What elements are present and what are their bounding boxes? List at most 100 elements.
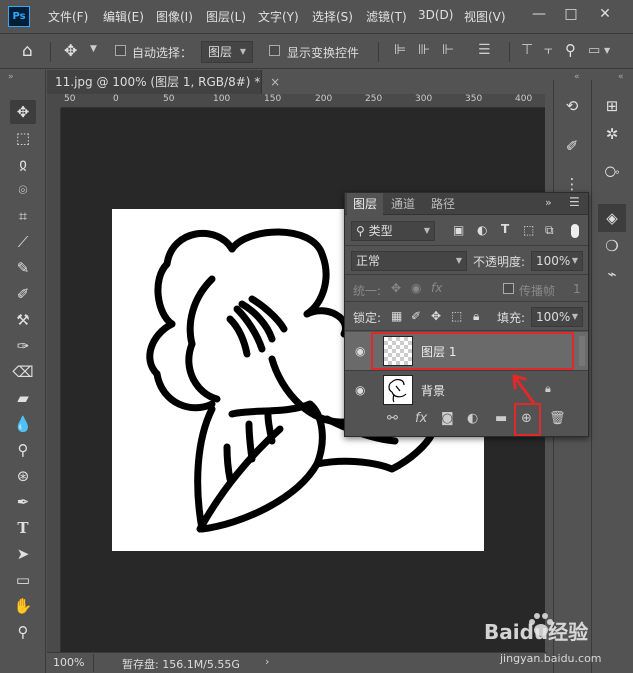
link-icon[interactable]: ⚯: [387, 411, 398, 426]
smart-object-filter-icon[interactable]: ⧉: [545, 223, 554, 238]
collapse-icon[interactable]: »: [8, 72, 14, 82]
healing-brush-icon[interactable]: ✎: [10, 256, 36, 280]
home-icon[interactable]: ⌂: [22, 41, 33, 61]
minimize-button[interactable]: —: [528, 3, 550, 25]
menu-edit[interactable]: 编辑(E): [103, 8, 144, 25]
propagate-checkbox[interactable]: [503, 283, 514, 297]
fx-icon[interactable]: fx: [415, 411, 427, 426]
sponge-tool-icon[interactable]: ⊛: [10, 464, 36, 488]
blur-tool-icon[interactable]: 💧: [10, 412, 36, 436]
align-left-icon[interactable]: ⊫: [394, 42, 406, 58]
filter-toggle-icon[interactable]: [571, 224, 579, 238]
tab-channels[interactable]: 通道: [385, 193, 421, 215]
document-tab[interactable]: 11.jpg @ 100% (图层 1, RGB/8#) * ×: [47, 70, 280, 94]
layer-row[interactable]: ◉ 背景 🔒︎: [345, 370, 588, 408]
unify-style-icon[interactable]: fx: [431, 281, 442, 295]
hand-tool-icon[interactable]: ✋: [10, 594, 36, 618]
distribute-icon[interactable]: ☰: [478, 42, 491, 58]
adjustment-filter-icon[interactable]: ◐: [477, 223, 487, 237]
trash-icon[interactable]: 🗑︎: [549, 411, 566, 426]
mask-icon[interactable]: ◙: [441, 411, 454, 426]
tab-paths[interactable]: 路径: [425, 193, 461, 215]
fill-field[interactable]: 100% ▼: [531, 307, 583, 327]
lock-position-icon[interactable]: ✥: [431, 309, 441, 323]
menu-select[interactable]: 选择(S): [312, 8, 353, 25]
dodge-tool-icon[interactable]: ⚲: [10, 438, 36, 462]
unify-position-icon[interactable]: ✥: [391, 281, 401, 295]
zoom-tool-icon[interactable]: ⚲: [10, 620, 36, 644]
layers-panel-icon[interactable]: ◈: [598, 204, 626, 232]
eye-icon[interactable]: ◉: [355, 383, 365, 397]
history-panel-icon[interactable]: ⟲: [558, 92, 586, 120]
type-tool-icon[interactable]: T: [10, 516, 36, 540]
lock-transparent-icon[interactable]: ▦: [391, 309, 402, 323]
tab-layers[interactable]: 图层: [347, 193, 384, 215]
lock-artboard-icon[interactable]: ⬚: [451, 309, 462, 323]
layer-name[interactable]: 背景: [421, 382, 445, 399]
auto-select-dropdown[interactable]: 图层 ▼: [201, 41, 253, 63]
stamp-tool-icon[interactable]: ⚒: [10, 308, 36, 332]
zoom-level[interactable]: 100%: [53, 656, 84, 669]
path-select-tool-icon[interactable]: ➤: [10, 542, 36, 566]
crop-tool-icon[interactable]: ⌗: [10, 204, 36, 228]
lock-pixels-icon[interactable]: ✐: [411, 309, 421, 323]
blend-mode-dropdown[interactable]: 正常 ▼: [351, 251, 467, 271]
auto-select-label: 自动选择：: [132, 46, 193, 60]
lasso-tool-icon[interactable]: ჲ: [10, 152, 36, 176]
collapse-icon[interactable]: «: [618, 72, 624, 82]
eyedropper-tool-icon[interactable]: ⟋: [10, 230, 36, 254]
search-icon[interactable]: ⚲: [565, 41, 576, 59]
opacity-field[interactable]: 100% ▼: [531, 251, 583, 271]
navigator-panel-icon[interactable]: ✲: [598, 120, 626, 148]
channels-panel-icon[interactable]: ❍: [598, 232, 626, 260]
align-center-icon[interactable]: ⊪: [418, 42, 430, 58]
move-tool-icon[interactable]: ✥: [64, 41, 77, 60]
menu-3d[interactable]: 3D(D): [418, 8, 453, 22]
history-brush-icon[interactable]: ✑: [10, 334, 36, 358]
marquee-tool-icon[interactable]: ⬚: [10, 126, 36, 150]
divider: [509, 42, 510, 62]
align-middle-icon[interactable]: ⫟: [544, 42, 552, 58]
panel-menu-icon[interactable]: ☰: [569, 195, 580, 209]
type-filter-icon[interactable]: T: [501, 222, 509, 236]
align-top-icon[interactable]: ⊤: [521, 42, 533, 58]
menu-layer[interactable]: 图层(L): [206, 8, 246, 25]
shape-filter-icon[interactable]: ⬚: [523, 223, 534, 237]
adjustment-icon[interactable]: ◐: [467, 411, 478, 426]
chevron-down-icon[interactable]: ▼: [90, 44, 97, 54]
collapse-icon[interactable]: »: [545, 196, 552, 209]
adjustments-panel-icon[interactable]: ⧂: [598, 158, 626, 186]
menu-type[interactable]: 文字(Y): [258, 8, 299, 25]
move-tool-icon[interactable]: ✥: [10, 100, 36, 124]
eraser-tool-icon[interactable]: ⌫: [10, 360, 36, 384]
pixel-filter-icon[interactable]: ▣: [453, 223, 464, 237]
menu-file[interactable]: 文件(F): [48, 8, 88, 25]
lock-all-icon[interactable]: 🔒︎: [473, 309, 479, 324]
swatches-panel-icon[interactable]: ⊞: [598, 92, 626, 120]
menu-filter[interactable]: 滤镜(T): [366, 8, 407, 25]
show-transform-checkbox[interactable]: [269, 45, 280, 59]
brush-tool-icon[interactable]: ✐: [10, 282, 36, 306]
align-right-icon[interactable]: ⊩: [442, 42, 454, 58]
unify-visibility-icon[interactable]: ◉: [411, 281, 421, 295]
filter-kind-dropdown[interactable]: ⚲ 类型 ▼: [351, 221, 435, 241]
folder-icon[interactable]: ▬: [495, 411, 507, 426]
quick-select-tool-icon[interactable]: ⌾: [10, 178, 36, 202]
eye-icon[interactable]: ◉: [355, 344, 365, 358]
scrollbar-thumb[interactable]: [579, 336, 585, 366]
maximize-button[interactable]: □: [560, 3, 582, 25]
collapse-icon[interactable]: «: [574, 72, 580, 82]
chevron-down-icon[interactable]: ▼: [604, 46, 610, 55]
auto-select-checkbox[interactable]: [115, 45, 126, 59]
rectangle-tool-icon[interactable]: ▭: [10, 568, 36, 592]
workspace-icon[interactable]: ▭: [588, 43, 600, 58]
brush-panel-icon[interactable]: ✐: [558, 132, 586, 160]
paths-panel-icon[interactable]: ⌁: [598, 260, 626, 288]
close-tab-icon[interactable]: ×: [270, 75, 280, 89]
status-menu-arrow[interactable]: ›: [265, 655, 269, 668]
pen-tool-icon[interactable]: ✒: [10, 490, 36, 514]
gradient-tool-icon[interactable]: ▰: [10, 386, 36, 410]
close-window-button[interactable]: ✕: [594, 3, 616, 25]
menu-image[interactable]: 图像(I): [156, 8, 193, 25]
menu-view[interactable]: 视图(V): [464, 8, 506, 25]
